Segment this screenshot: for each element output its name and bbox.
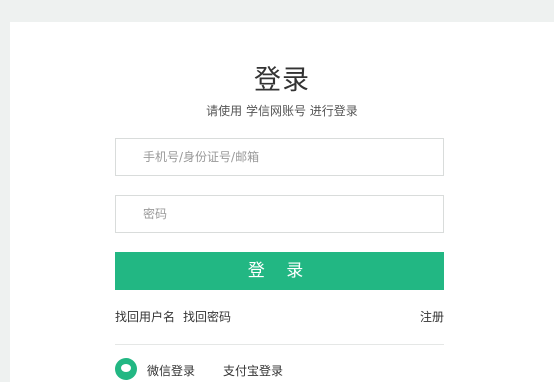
login-card: 登录 请使用 学信网账号 进行登录 登 录 找回用户名找回密码 注册 微信登录 … xyxy=(10,22,554,382)
account-input[interactable] xyxy=(116,139,443,175)
account-links: 找回用户名 找回密码 注册 xyxy=(115,308,444,325)
password-input[interactable] xyxy=(116,196,443,232)
login-subtitle: 请使用 学信网账号 进行登录 xyxy=(206,104,358,118)
wechat-login-link[interactable]: 微信登录 xyxy=(147,362,195,379)
alipay-login-link[interactable]: 支付宝登录 xyxy=(223,362,283,379)
login-button[interactable]: 登 录 xyxy=(115,252,444,290)
find-password-link[interactable]: 找回密码 xyxy=(183,310,231,324)
page-title: 登录 xyxy=(254,65,310,96)
divider xyxy=(115,344,444,345)
password-field[interactable] xyxy=(115,195,444,233)
register-link[interactable]: 注册 xyxy=(420,308,444,325)
find-username-link[interactable]: 找回用户名 xyxy=(115,310,175,324)
account-field[interactable] xyxy=(115,138,444,176)
wechat-icon[interactable] xyxy=(115,358,137,380)
